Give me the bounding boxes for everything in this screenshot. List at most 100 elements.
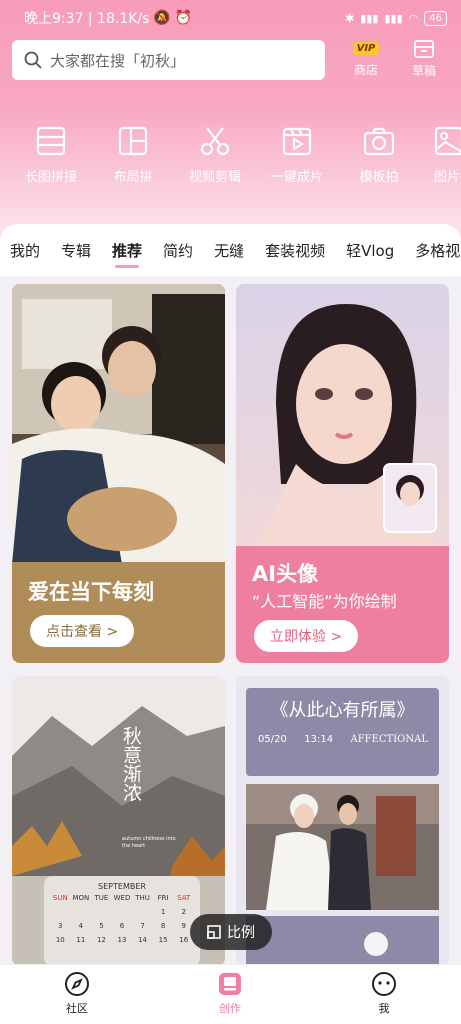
scissors-icon bbox=[200, 127, 230, 156]
one-click-video-icon bbox=[282, 127, 312, 156]
template-card-ai-avatar[interactable]: AI头像 “人工智能”为你绘制 立即体验 > bbox=[236, 284, 449, 663]
nav-label: 我 bbox=[378, 1002, 390, 1015]
calendar-month: SEPTEMBER bbox=[98, 882, 146, 891]
status-time-speed: 晚上9:37 | 18.1K/s bbox=[24, 11, 150, 27]
card4-word: AFFECTIONAL bbox=[350, 734, 428, 745]
card4-time: 13:14 bbox=[304, 734, 334, 745]
nav-community[interactable]: 社区 bbox=[47, 971, 107, 1016]
card4-info-row: 05/20 13:14 AFFECTIONAL bbox=[258, 734, 428, 745]
wifi-icon: ◠ bbox=[408, 11, 419, 25]
tool-label: 视频剪辑 bbox=[188, 170, 241, 185]
calendar-day: 5 bbox=[99, 922, 104, 930]
calendar-day: 4 bbox=[78, 922, 84, 930]
create-icon bbox=[219, 973, 241, 995]
alarm-icon: ⏰ bbox=[174, 10, 193, 26]
calendar-day: 10 bbox=[55, 936, 65, 944]
tool-video-edit[interactable]: 视频剪辑 bbox=[174, 124, 256, 185]
tool-long-image[interactable]: 长图拼接 bbox=[10, 124, 92, 185]
tab-video-set[interactable]: 套装视频 bbox=[265, 240, 325, 261]
tab-multi-grid[interactable]: 多格视 bbox=[415, 240, 460, 261]
card1-title: 爱在当下每刻 bbox=[28, 580, 154, 604]
nav-me[interactable]: 我 bbox=[354, 971, 414, 1016]
card1-view-button[interactable]: 点击查看 > bbox=[30, 615, 135, 647]
calendar-day: 2 bbox=[181, 908, 186, 916]
template-card-love[interactable]: 爱在当下每刻 点击查看 > bbox=[12, 284, 225, 663]
calendar-day: 8 bbox=[160, 922, 166, 930]
tool-label: 布局拼 bbox=[113, 170, 153, 185]
calendar-weekday: WED bbox=[113, 894, 131, 902]
smiley-icon bbox=[372, 972, 396, 996]
calendar-day: 14 bbox=[138, 936, 148, 944]
card2-subtitle: “人工智能”为你绘制 bbox=[252, 592, 397, 611]
tool-layout[interactable]: 布局拼 bbox=[92, 124, 174, 185]
layout-icon bbox=[118, 126, 148, 156]
mute-icon: 🔕 bbox=[153, 10, 171, 26]
tab-album[interactable]: 专辑 bbox=[61, 240, 91, 261]
tool-row: 长图拼接 布局拼 视频剪辑 一键成片 模板拍 图片 bbox=[0, 124, 461, 194]
calendar-day bbox=[132, 908, 153, 916]
bluetooth-icon: ✱ bbox=[345, 11, 355, 25]
tool-label: 图片 bbox=[434, 170, 461, 185]
nav-create[interactable]: 创作 bbox=[200, 971, 260, 1016]
card1-banner: 爱在当下每刻 点击查看 > bbox=[12, 562, 225, 663]
search-icon bbox=[24, 51, 42, 69]
tool-template-shoot[interactable]: 模板拍 bbox=[338, 124, 420, 185]
status-bar: 晚上9:37 | 18.1K/s 🔕 ⏰ ✱ ▮▮▮ ▮▮▮ ◠ 46 bbox=[0, 0, 461, 36]
autumn-caption: autumn chillness into the heart bbox=[122, 836, 176, 849]
search-placeholder: 大家都在搜「初秋」 bbox=[50, 51, 186, 70]
search-bar[interactable]: 大家都在搜「初秋」 bbox=[12, 40, 325, 80]
tool-image[interactable]: 图片 bbox=[414, 124, 461, 185]
tab-mine[interactable]: 我的 bbox=[10, 240, 40, 261]
category-tabs: 我的 专辑 推荐 简约 无缝 套装视频 轻Vlog 多格视 bbox=[0, 224, 461, 276]
calendar-weekday: SUN bbox=[52, 894, 68, 902]
tool-label: 长图拼接 bbox=[24, 170, 77, 185]
calendar-day: 3 bbox=[58, 922, 63, 930]
long-image-icon bbox=[36, 126, 66, 156]
header-background bbox=[0, 0, 461, 240]
calendar-widget: SEPTEMBER SUN MON TUE WED THU FRI SAT 1 2 3 4 5 6 7 8 9… bbox=[44, 876, 200, 966]
card4-title: 《从此心有所属》 bbox=[270, 700, 415, 721]
tab-seamless[interactable]: 无缝 bbox=[214, 240, 244, 261]
calendar-day: 1 bbox=[160, 908, 166, 916]
ratio-button[interactable]: 比例 bbox=[190, 914, 272, 950]
card2-banner: AI头像 “人工智能”为你绘制 立即体验 > bbox=[236, 546, 449, 663]
card4-date: 05/20 bbox=[258, 734, 287, 745]
tab-simple[interactable]: 简约 bbox=[163, 240, 193, 261]
ratio-label: 比例 bbox=[227, 925, 255, 941]
compass-icon bbox=[65, 972, 89, 996]
calendar-weekday: MON bbox=[72, 894, 90, 902]
couple-photo bbox=[12, 284, 225, 564]
store-label: 商店 bbox=[353, 63, 378, 77]
draft-label: 草稿 bbox=[411, 64, 436, 78]
aspect-ratio-icon bbox=[207, 925, 221, 939]
draft-button[interactable]: 草稿 bbox=[399, 38, 449, 79]
card2-try-button[interactable]: 立即体验 > bbox=[254, 620, 359, 652]
calendar-weekday: SAT bbox=[177, 894, 191, 902]
tab-light-vlog[interactable]: 轻Vlog bbox=[346, 240, 394, 261]
battery-indicator: 46 bbox=[424, 10, 447, 26]
calendar-day: 6 bbox=[119, 922, 125, 930]
nav-label: 创作 bbox=[219, 1002, 241, 1015]
nav-label: 社区 bbox=[66, 1002, 88, 1015]
calendar-weekday: TUE bbox=[94, 894, 109, 902]
calendar-day bbox=[112, 908, 133, 916]
camera-icon bbox=[363, 127, 395, 156]
draft-box-icon bbox=[414, 40, 434, 58]
calendar-day: 11 bbox=[76, 936, 86, 944]
calendar-day: 12 bbox=[96, 936, 106, 944]
bottom-navigation: 社区 创作 我 bbox=[0, 964, 461, 1024]
image-icon bbox=[434, 126, 461, 156]
calendar-weekday: THU bbox=[135, 894, 150, 902]
tool-label: 一键成片 bbox=[270, 170, 323, 185]
tool-one-click-video[interactable]: 一键成片 bbox=[256, 124, 338, 185]
calendar-day bbox=[91, 908, 112, 916]
tab-recommend[interactable]: 推荐 bbox=[112, 240, 142, 268]
calendar-weekday: FRI bbox=[157, 894, 169, 902]
signal-icon-2: ▮▮▮ bbox=[384, 11, 403, 25]
calendar-grid: SUN MON TUE WED THU FRI SAT 1 2 3 4 5 6 7 8 9 10 11 12 13 14… bbox=[50, 894, 194, 944]
autumn-calligraphy: 秋意渐浓 bbox=[120, 726, 142, 802]
calendar-day bbox=[50, 908, 71, 916]
calendar-day: 15 bbox=[158, 936, 168, 944]
store-button[interactable]: VIP 商店 bbox=[341, 38, 391, 78]
card2-title: AI头像 bbox=[252, 562, 319, 586]
